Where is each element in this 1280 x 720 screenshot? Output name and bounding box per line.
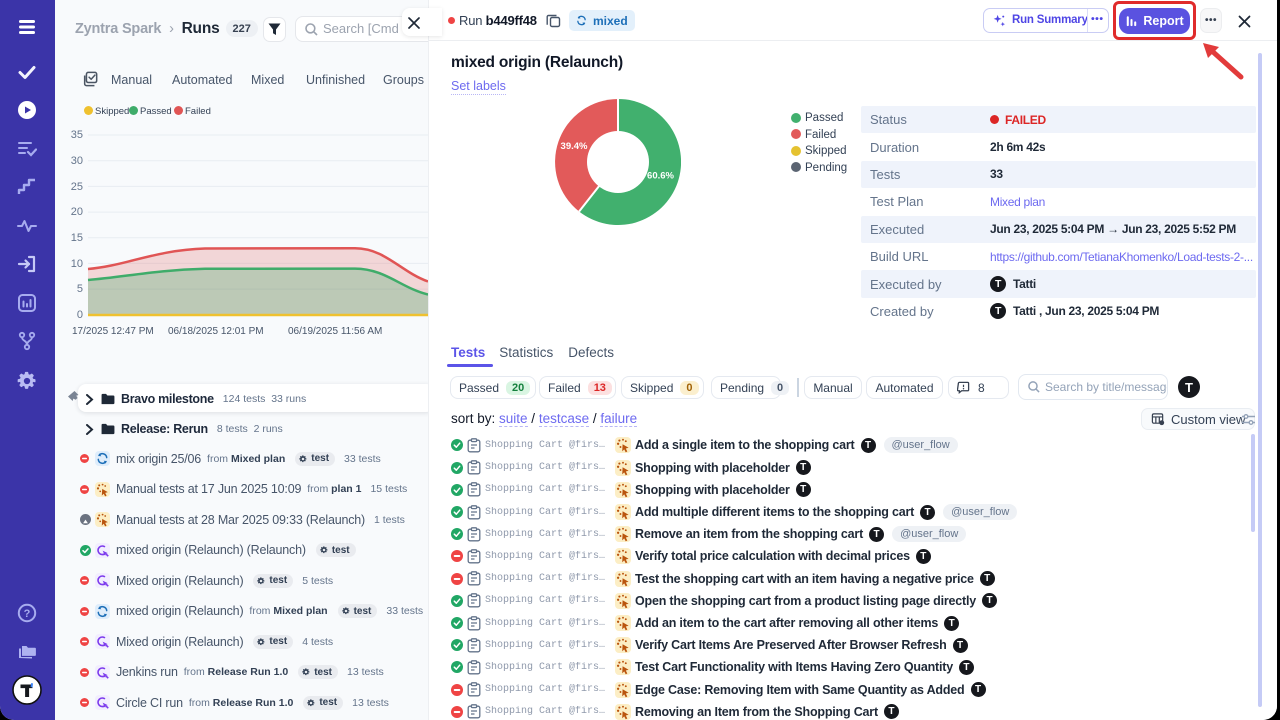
svg-text:60.6%: 60.6% <box>647 171 674 182</box>
svg-text:?: ? <box>24 608 31 620</box>
svg-text:39.4%: 39.4% <box>561 141 588 152</box>
